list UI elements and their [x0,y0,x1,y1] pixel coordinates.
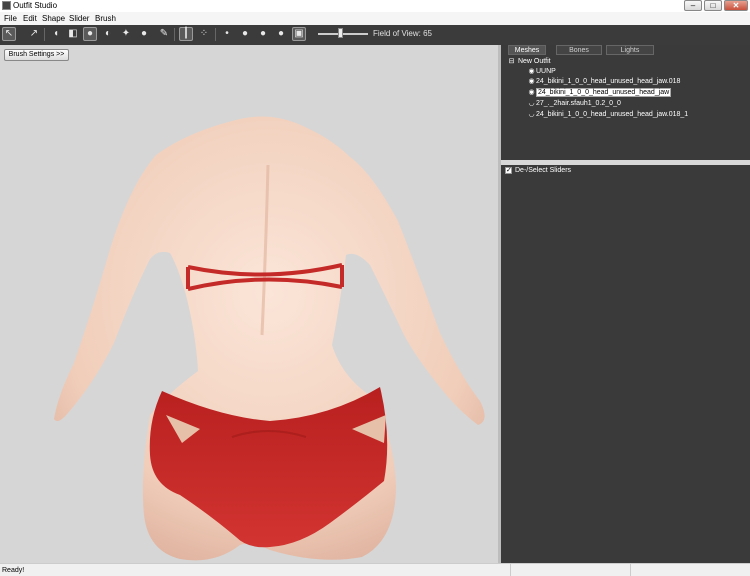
fov-slider-track[interactable] [318,33,368,35]
tree-item[interactable]: ◉24_bikini_1_0_0_head_unused_head_jaw.01… [527,77,680,87]
eye-closed-icon[interactable]: ◡ [527,99,536,109]
app-icon [2,1,11,10]
tab-meshes[interactable]: Meshes [508,45,546,55]
status-bar: Ready! [0,563,750,576]
toolbar-divider [174,28,175,41]
menu-edit[interactable]: Edit [22,14,38,24]
title-bar: Outfit Studio – □ ✕ [0,0,750,12]
collapse-icon[interactable]: ⊟ [507,57,516,67]
tree-item-label: 24_bikini_1_0_0_head_unused_head_jaw [536,88,672,97]
mask-brush-icon[interactable]: ● [137,27,151,41]
fov-slider-thumb[interactable] [338,28,343,38]
eye-icon[interactable]: ◉ [527,77,536,87]
tree-item-label: UUNP [536,68,556,75]
menu-slider[interactable]: Slider [68,14,90,24]
sliders-header: ✓ De-/Select Sliders [501,165,750,177]
model-render [54,116,485,561]
tree-root-label: New Outfit [517,58,551,65]
move-brush-icon[interactable]: ● [83,27,97,41]
eye-closed-icon[interactable]: ◡ [527,110,536,120]
tree-item-selected[interactable]: ◉ 24_bikini_1_0_0_head_unused_head_jaw [527,88,672,98]
eye-icon[interactable]: ◉ [527,67,536,77]
tree-item[interactable]: ◡27_._2hair.sfauh1_0.2_0_0 [527,99,621,109]
menu-brush[interactable]: Brush [94,14,117,24]
view-front-icon[interactable]: ┃ [179,27,193,41]
minimize-button[interactable]: – [684,0,702,11]
inflate-brush-icon[interactable]: ◖ [49,27,63,41]
brush-size-xlarge-icon[interactable]: ● [274,27,288,41]
toolbar-divider [44,28,45,41]
brush-size-small-icon[interactable]: • [220,27,234,41]
weight-brush-icon[interactable]: ✦ [119,27,133,41]
eye-icon[interactable]: ◉ [527,88,536,98]
status-divider [510,564,511,576]
status-divider [630,564,631,576]
close-button[interactable]: ✕ [724,0,748,11]
brush-size-medium-icon[interactable]: ● [238,27,252,41]
menu-bar: File Edit Shape Slider Brush [0,12,750,25]
menu-shape[interactable]: Shape [41,14,66,24]
status-text: Ready! [2,567,25,574]
fov-label: Field of View: 65 [373,29,432,38]
window-title: Outfit Studio [13,1,58,10]
view-side-icon[interactable]: ⁘ [197,27,211,41]
tree-item-label: 24_bikini_1_0_0_head_unused_head_jaw.018… [536,111,689,118]
menu-file[interactable]: File [3,14,18,24]
tab-lights[interactable]: Lights [606,45,654,55]
right-panel: Meshes Bones Lights ⊟ New Outfit ◉UUNP ◉… [501,45,750,563]
sliders-header-label: De-/Select Sliders [515,167,572,174]
tree-item-label: 24_bikini_1_0_0_head_unused_head_jaw.018 [536,78,681,85]
transform-tool-icon[interactable]: ↗ [27,27,41,41]
tab-bones[interactable]: Bones [556,45,602,55]
maximize-button[interactable]: □ [704,0,722,11]
texture-toggle-icon[interactable]: ▣ [292,27,306,41]
3d-viewport[interactable]: Brush Settings >> [0,45,498,563]
mesh-tree: ⊟ New Outfit ◉UUNP ◉24_bikini_1_0_0_head… [501,55,749,160]
select-tool-icon[interactable]: ↖ [2,27,16,41]
smooth-brush-icon[interactable]: ◐ [101,27,115,41]
tree-item[interactable]: ◡24_bikini_1_0_0_head_unused_head_jaw.01… [527,110,688,120]
toolbar-divider [215,28,216,41]
tree-root[interactable]: ⊟ New Outfit [507,57,551,67]
select-sliders-checkbox[interactable]: ✓ [505,167,512,174]
brush-settings-button[interactable]: Brush Settings >> [4,49,69,61]
tree-item[interactable]: ◉UUNP [527,67,556,77]
deflate-brush-icon[interactable]: ◧ [66,27,80,41]
tree-item-label: 27_._2hair.sfauh1_0.2_0_0 [536,100,621,107]
color-brush-icon[interactable]: ✎ [157,27,171,41]
brush-size-large-icon[interactable]: ● [256,27,270,41]
